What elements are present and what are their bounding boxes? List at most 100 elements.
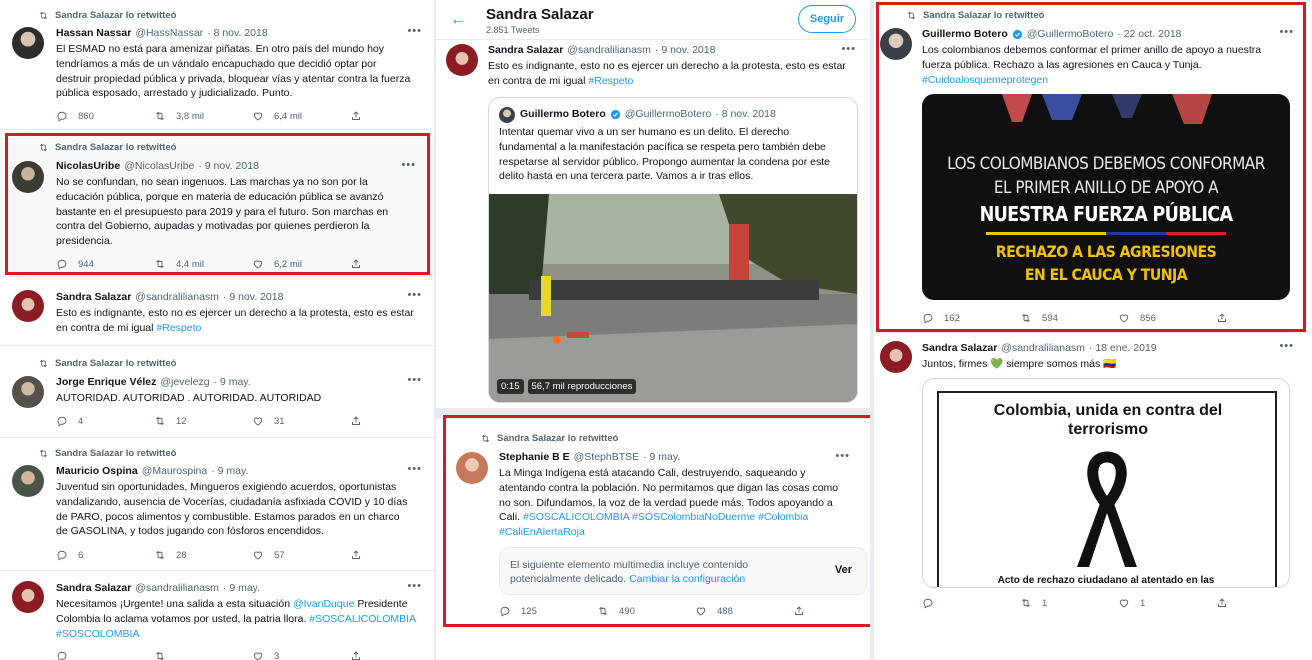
tweet-date[interactable]: · 8 nov. 2018: [207, 27, 268, 39]
tweet-date[interactable]: · 9 nov. 2018: [223, 291, 284, 303]
avatar[interactable]: [12, 161, 44, 193]
tweet-nicolas-uribe[interactable]: Sandra Salazar lo retwitteó NicolasUribe…: [0, 137, 434, 277]
reply-button[interactable]: 162: [922, 312, 1020, 324]
author-name[interactable]: Jorge Enrique Vélez: [56, 376, 156, 388]
avatar[interactable]: [12, 376, 44, 408]
reply-button[interactable]: 944: [56, 258, 154, 270]
share-button[interactable]: [350, 650, 434, 660]
share-button[interactable]: [350, 415, 434, 427]
author-name[interactable]: Hassan Nassar: [56, 27, 131, 39]
more-options-icon[interactable]: •••: [401, 159, 416, 171]
author-name[interactable]: Sandra Salazar: [922, 342, 997, 354]
author-handle[interactable]: @HassNassar: [135, 27, 203, 39]
tweet-image[interactable]: Colombia, unida en contra del terrorismo…: [922, 378, 1290, 588]
tweet-date[interactable]: · 18 ene. 2019: [1089, 342, 1157, 354]
retweet-button[interactable]: 594: [1020, 312, 1118, 324]
avatar[interactable]: [12, 27, 44, 59]
tweet-sandra-salazar-colombia[interactable]: Sandra Salazar @sandralilianasm · 18 ene. …: [874, 335, 1312, 625]
tweet-date[interactable]: · 22 oct. 2018: [1117, 28, 1181, 40]
reply-button[interactable]: 4: [56, 415, 154, 427]
back-arrow-icon[interactable]: ←: [450, 11, 466, 29]
avatar[interactable]: [12, 290, 44, 322]
like-button[interactable]: 6,4 mil: [252, 110, 350, 122]
share-button[interactable]: [1216, 597, 1312, 609]
author-handle[interactable]: @sandralilianasm: [135, 582, 219, 594]
tweet-sandra-salazar-quote[interactable]: Sandra Salazar @sandralilianasm · 9 nov. 2…: [436, 41, 870, 409]
author-name[interactable]: Sandra Salazar: [488, 44, 563, 56]
avatar[interactable]: [880, 341, 912, 373]
reply-button[interactable]: 6: [56, 549, 154, 561]
tweet-guillermo-botero[interactable]: Sandra Salazar lo retwitteó Guillermo Bo…: [874, 0, 1312, 333]
avatar[interactable]: [12, 465, 44, 497]
change-settings-link[interactable]: Cambiar la configuración: [629, 573, 745, 585]
more-options-icon[interactable]: •••: [407, 463, 422, 475]
retweet-button[interactable]: 1: [1020, 597, 1118, 609]
quoted-tweet[interactable]: Guillermo Botero @GuillermoBotero · 8 nov.…: [488, 97, 858, 403]
reply-button[interactable]: 125: [499, 605, 597, 617]
tweet-date[interactable]: · 9 nov. 2018: [655, 44, 716, 56]
author-handle[interactable]: @NicolasUribe: [124, 160, 194, 172]
tweet-date[interactable]: · 9 nov. 2018: [198, 160, 259, 172]
tweet-sandra-salazar-sos[interactable]: Sandra Salazar @sandralilianasm · 9 may. •…: [0, 573, 434, 660]
more-options-icon[interactable]: •••: [1279, 26, 1294, 38]
like-button[interactable]: 3: [252, 650, 350, 660]
avatar[interactable]: [499, 107, 515, 123]
share-button[interactable]: [793, 605, 870, 617]
author-name[interactable]: Mauricio Ospina: [56, 465, 138, 477]
retweet-button[interactable]: 12: [154, 415, 252, 427]
like-button[interactable]: 6,2 mil: [252, 258, 350, 270]
author-name[interactable]: Sandra Salazar: [56, 291, 131, 303]
tweet-image[interactable]: LOS COLOMBIANOS DEBEMOS CONFORMAR EL PRI…: [922, 94, 1290, 300]
view-button[interactable]: Ver: [835, 564, 852, 576]
mention-link[interactable]: @IvanDuque: [293, 598, 354, 610]
tweet-mauricio-ospina[interactable]: Sandra Salazar lo retwitteó Mauricio Osp…: [0, 440, 434, 571]
avatar[interactable]: [456, 452, 488, 484]
video-player[interactable]: 0:15 56,7 mil reproducciones: [489, 194, 857, 402]
more-options-icon[interactable]: •••: [407, 374, 422, 386]
hashtag-link[interactable]: #CaliEnAlertaRoja: [499, 526, 585, 538]
tweet-hassan-nassar[interactable]: Sandra Salazar lo retwitteó Hassan Nassa…: [0, 0, 434, 130]
share-button[interactable]: [350, 549, 434, 561]
author-handle[interactable]: @StephBTSE: [574, 451, 640, 463]
like-button[interactable]: 488: [695, 605, 793, 617]
retweet-button[interactable]: 4,4 mil: [154, 258, 252, 270]
hashtag-link[interactable]: #Respeto: [588, 75, 633, 87]
author-name[interactable]: Guillermo Botero: [520, 108, 606, 120]
more-options-icon[interactable]: •••: [407, 580, 422, 592]
tweet-sandra-salazar-respeto[interactable]: Sandra Salazar @sandralilianasm · 9 nov. 2…: [0, 280, 434, 346]
reply-button[interactable]: 860: [56, 110, 154, 122]
follow-button[interactable]: Seguir: [798, 5, 856, 33]
hashtag-link[interactable]: #Cuidoalosquemeprotegen: [922, 74, 1048, 86]
more-options-icon[interactable]: •••: [1279, 340, 1294, 352]
author-handle[interactable]: @Maurospina: [142, 465, 208, 477]
avatar[interactable]: [880, 28, 912, 60]
tweet-jorge-enrique-velez[interactable]: Sandra Salazar lo retwitteó Jorge Enriqu…: [0, 348, 434, 438]
more-options-icon[interactable]: •••: [835, 450, 850, 462]
reply-button[interactable]: [922, 597, 1020, 609]
tweet-stephanie-be[interactable]: Sandra Salazar lo retwitteó Stephanie B …: [436, 419, 870, 624]
avatar[interactable]: [446, 44, 478, 76]
author-name[interactable]: Sandra Salazar: [56, 582, 131, 594]
like-button[interactable]: 31: [252, 415, 350, 427]
author-handle[interactable]: @sandralilianasm: [1001, 342, 1085, 354]
like-button[interactable]: 1: [1118, 597, 1216, 609]
hashtag-links[interactable]: #SOSCALICOLOMBIA #SOSColombiaNoDuerme #C…: [523, 511, 808, 523]
avatar[interactable]: [12, 581, 44, 613]
share-button[interactable]: [1216, 312, 1312, 324]
hashtag-link[interactable]: #Respeto: [156, 322, 201, 334]
tweet-date[interactable]: · 9 may.: [223, 582, 260, 594]
author-handle[interactable]: @GuillermoBotero: [625, 108, 712, 120]
tweet-date[interactable]: · 9 may.: [211, 465, 248, 477]
author-handle[interactable]: @sandralilianasm: [135, 291, 219, 303]
retweet-button[interactable]: 28: [154, 549, 252, 561]
retweet-button[interactable]: [154, 650, 252, 660]
tweet-date[interactable]: · 8 nov. 2018: [715, 108, 776, 120]
tweet-date[interactable]: · 9 may.: [643, 451, 680, 463]
more-options-icon[interactable]: •••: [841, 43, 856, 55]
like-button[interactable]: 57: [252, 549, 350, 561]
tweet-date[interactable]: · 9 may.: [214, 376, 251, 388]
more-options-icon[interactable]: •••: [407, 289, 422, 301]
more-options-icon[interactable]: •••: [407, 25, 422, 37]
share-button[interactable]: [350, 110, 434, 122]
author-name[interactable]: NicolasUribe: [56, 160, 120, 172]
